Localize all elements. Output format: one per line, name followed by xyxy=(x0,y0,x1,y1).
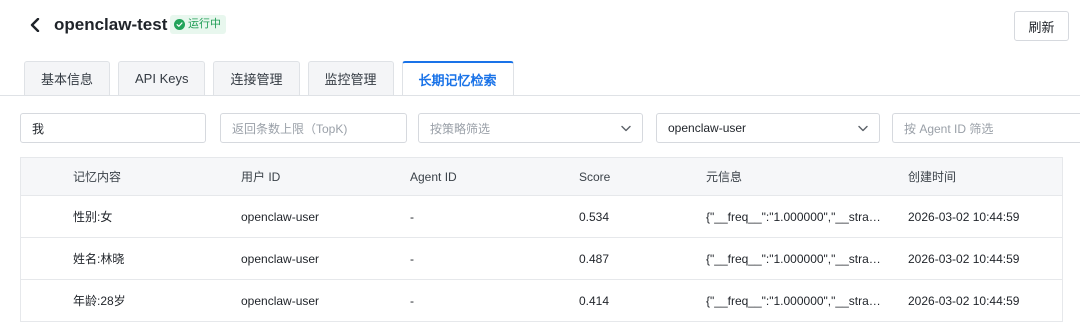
status-badge: 运行中 xyxy=(170,15,226,34)
cell-metadata: {"__freq__":"1.000000","__strat… xyxy=(706,251,881,266)
filter-bar: 我 返回条数上限（TopK) 按策略筛选 openclaw-user 按 Age… xyxy=(0,113,1080,143)
page-title: openclaw-test xyxy=(54,15,168,34)
column-header-metadata: 元信息 xyxy=(706,170,743,184)
query-input-value: 我 xyxy=(32,121,45,136)
topk-input-placeholder: 返回条数上限（TopK) xyxy=(232,121,348,136)
cell-metadata: {"__freq__":"1.000000","__strat… xyxy=(706,209,881,224)
topk-input[interactable]: 返回条数上限（TopK) xyxy=(220,113,407,143)
strategy-select-placeholder: 按策略筛选 xyxy=(430,121,491,136)
cell-score: 0.414 xyxy=(579,293,610,308)
table-row[interactable]: 年龄:28岁 openclaw-user - 0.414 {"__freq__"… xyxy=(21,280,1062,322)
cell-score: 0.487 xyxy=(579,251,610,266)
memory-table: 记忆内容 用户 ID Agent ID Score 元信息 创建时间 性别:女 … xyxy=(20,157,1063,322)
page-header: openclaw-test 运行中 刷新 xyxy=(0,0,1080,52)
table-header: 记忆内容 用户 ID Agent ID Score 元信息 创建时间 xyxy=(21,158,1062,196)
refresh-button[interactable]: 刷新 xyxy=(1014,11,1069,41)
cell-user-id: openclaw-user xyxy=(241,209,320,224)
user-select[interactable]: openclaw-user xyxy=(656,113,880,143)
status-text: 运行中 xyxy=(188,18,221,30)
agent-id-input[interactable]: 按 Agent ID 筛选 xyxy=(892,113,1080,143)
column-header-created-time: 创建时间 xyxy=(908,170,957,184)
column-header-score: Score xyxy=(579,169,611,184)
cell-agent-id: - xyxy=(410,293,414,308)
cell-content: 年龄:28岁 xyxy=(73,294,126,308)
tab-basic-info[interactable]: 基本信息 xyxy=(24,61,111,95)
tab-connection-management[interactable]: 连接管理 xyxy=(213,61,300,95)
column-header-content: 记忆内容 xyxy=(73,170,122,184)
check-circle-icon xyxy=(174,19,185,30)
user-select-value: openclaw-user xyxy=(668,121,747,135)
cell-content: 性别:女 xyxy=(73,210,113,224)
back-button[interactable] xyxy=(26,14,44,36)
cell-content: 姓名:林晓 xyxy=(73,252,125,266)
chevron-down-icon xyxy=(621,125,631,131)
chevron-down-icon xyxy=(858,125,868,131)
strategy-select[interactable]: 按策略筛选 xyxy=(418,113,643,143)
query-input[interactable]: 我 xyxy=(20,113,206,143)
cell-metadata: {"__freq__":"1.000000","__strat… xyxy=(706,293,881,308)
tab-divider xyxy=(0,95,1080,96)
column-header-agent-id: Agent ID xyxy=(410,169,457,184)
cell-created-time: 2026-03-02 10:44:59 xyxy=(908,293,1020,308)
cell-agent-id: - xyxy=(410,251,414,266)
agent-id-input-placeholder: 按 Agent ID 筛选 xyxy=(904,121,994,136)
tab-api-keys[interactable]: API Keys xyxy=(118,61,206,95)
cell-user-id: openclaw-user xyxy=(241,293,320,308)
cell-score: 0.534 xyxy=(579,209,610,224)
column-header-user-id: 用户 ID xyxy=(241,170,281,184)
cell-agent-id: - xyxy=(410,209,414,224)
table-row[interactable]: 性别:女 openclaw-user - 0.534 {"__freq__":"… xyxy=(21,196,1062,238)
cell-created-time: 2026-03-02 10:44:59 xyxy=(908,209,1020,224)
chevron-left-icon xyxy=(30,18,40,32)
table-row[interactable]: 姓名:林晓 openclaw-user - 0.487 {"__freq__":… xyxy=(21,238,1062,280)
tab-monitoring-management[interactable]: 监控管理 xyxy=(307,61,394,95)
tab-bar: 基本信息 API Keys 连接管理 监控管理 长期记忆检索 xyxy=(24,61,514,96)
cell-created-time: 2026-03-02 10:44:59 xyxy=(908,251,1020,266)
cell-user-id: openclaw-user xyxy=(241,251,320,266)
tab-long-term-memory-search[interactable]: 长期记忆检索 xyxy=(401,61,514,96)
